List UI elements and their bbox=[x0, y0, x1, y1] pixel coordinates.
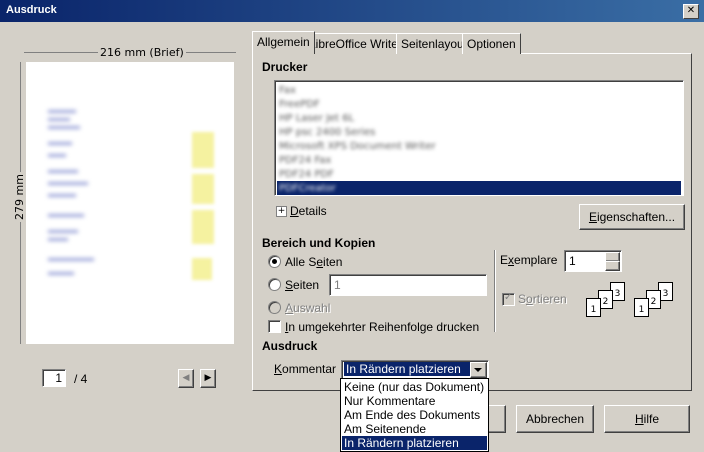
prev-page-button[interactable]: ◀ bbox=[178, 369, 194, 388]
comments-dropdown-list[interactable]: Keine (nur das Dokument) Nur Kommentare … bbox=[340, 378, 489, 452]
printer-item[interactable]: FreePDF bbox=[277, 97, 681, 111]
arrow-right-icon: ▶ bbox=[204, 373, 212, 383]
chevron-down-icon bbox=[474, 368, 482, 372]
preview-height-label: 279 mm bbox=[13, 172, 26, 222]
preview-width-label: 216 mm (Brief) bbox=[98, 46, 186, 59]
all-pages-label: Alle Seiten bbox=[285, 255, 343, 269]
details-expand-icon[interactable]: + bbox=[276, 206, 287, 217]
tab-general[interactable]: Allgemein bbox=[252, 31, 315, 54]
selection-label: Auswahl bbox=[285, 301, 331, 315]
range-section-label: Bereich und Kopien bbox=[262, 236, 376, 250]
collate-label: Sortieren bbox=[518, 292, 567, 306]
comments-value: In Rändern platzieren bbox=[344, 362, 470, 376]
checkmark-icon: ✓ bbox=[504, 292, 513, 303]
printer-item[interactable]: Microsoft XPS Document Writer bbox=[277, 139, 681, 153]
printer-item[interactable]: PDF24 Fax bbox=[277, 153, 681, 167]
reverse-order-checkbox[interactable] bbox=[268, 320, 281, 333]
all-pages-radio[interactable] bbox=[268, 255, 281, 268]
arrow-left-icon: ◀ bbox=[182, 373, 190, 383]
tab-writer[interactable]: LibreOffice Writer bbox=[304, 33, 407, 54]
printer-section-label: Drucker bbox=[262, 60, 308, 74]
printer-list[interactable]: Fax FreePDF HP Laser Jet 6L HP psc 2400 … bbox=[274, 80, 684, 196]
printer-item[interactable]: PDF24 PDF bbox=[277, 167, 681, 181]
dropdown-option-selected[interactable]: In Rändern platzieren bbox=[342, 436, 487, 450]
help-button[interactable]: Hilfe bbox=[604, 405, 690, 433]
close-button[interactable]: ✕ bbox=[683, 4, 699, 19]
combo-dropdown-button[interactable] bbox=[470, 362, 487, 378]
spin-down-icon[interactable] bbox=[605, 261, 620, 271]
page-preview bbox=[26, 62, 234, 344]
pages-input[interactable]: 1 bbox=[329, 274, 487, 296]
dropdown-option[interactable]: Keine (nur das Dokument) bbox=[342, 380, 487, 394]
dropdown-option[interactable]: Am Ende des Dokuments bbox=[342, 408, 487, 422]
next-page-button[interactable]: ▶ bbox=[200, 369, 216, 388]
selection-radio bbox=[268, 301, 281, 314]
dropdown-option[interactable]: Am Seitenende bbox=[342, 422, 487, 436]
properties-button[interactable]: Eigenschaften... bbox=[579, 204, 685, 230]
comments-combobox[interactable]: In Rändern platzieren bbox=[341, 360, 489, 380]
window-title: Ausdruck bbox=[6, 4, 57, 16]
page-number-input[interactable] bbox=[42, 369, 66, 387]
tab-page-layout[interactable]: Seitenlayout bbox=[396, 33, 473, 54]
output-section-label: Ausdruck bbox=[262, 339, 318, 353]
comments-label: Kommentar bbox=[274, 362, 337, 376]
copies-spinbox[interactable]: 1 bbox=[564, 250, 622, 272]
reverse-order-label: In umgekehrter Reihenfolge drucken bbox=[285, 320, 480, 334]
copies-label: Exemplare bbox=[500, 253, 558, 267]
page-total: / 4 bbox=[74, 372, 88, 386]
close-icon: ✕ bbox=[686, 5, 696, 16]
title-bar bbox=[0, 0, 704, 22]
print-button[interactable] bbox=[488, 405, 506, 433]
range-separator bbox=[494, 250, 496, 332]
collate-checkbox: ✓ bbox=[502, 292, 515, 306]
tab-options[interactable]: Optionen bbox=[462, 33, 521, 54]
dropdown-option[interactable]: Nur Kommentare bbox=[342, 394, 487, 408]
printer-item[interactable]: Fax bbox=[277, 83, 681, 97]
pages-radio[interactable] bbox=[268, 278, 281, 291]
printer-item[interactable]: HP psc 2400 Series bbox=[277, 125, 681, 139]
pages-label: Seiten bbox=[285, 278, 320, 292]
details-label[interactable]: Details bbox=[290, 204, 327, 218]
printer-item[interactable]: HP Laser Jet 6L bbox=[277, 111, 681, 125]
printer-item-selected[interactable]: PDFCreator bbox=[277, 181, 681, 195]
cancel-button[interactable]: Abbrechen bbox=[516, 405, 594, 433]
